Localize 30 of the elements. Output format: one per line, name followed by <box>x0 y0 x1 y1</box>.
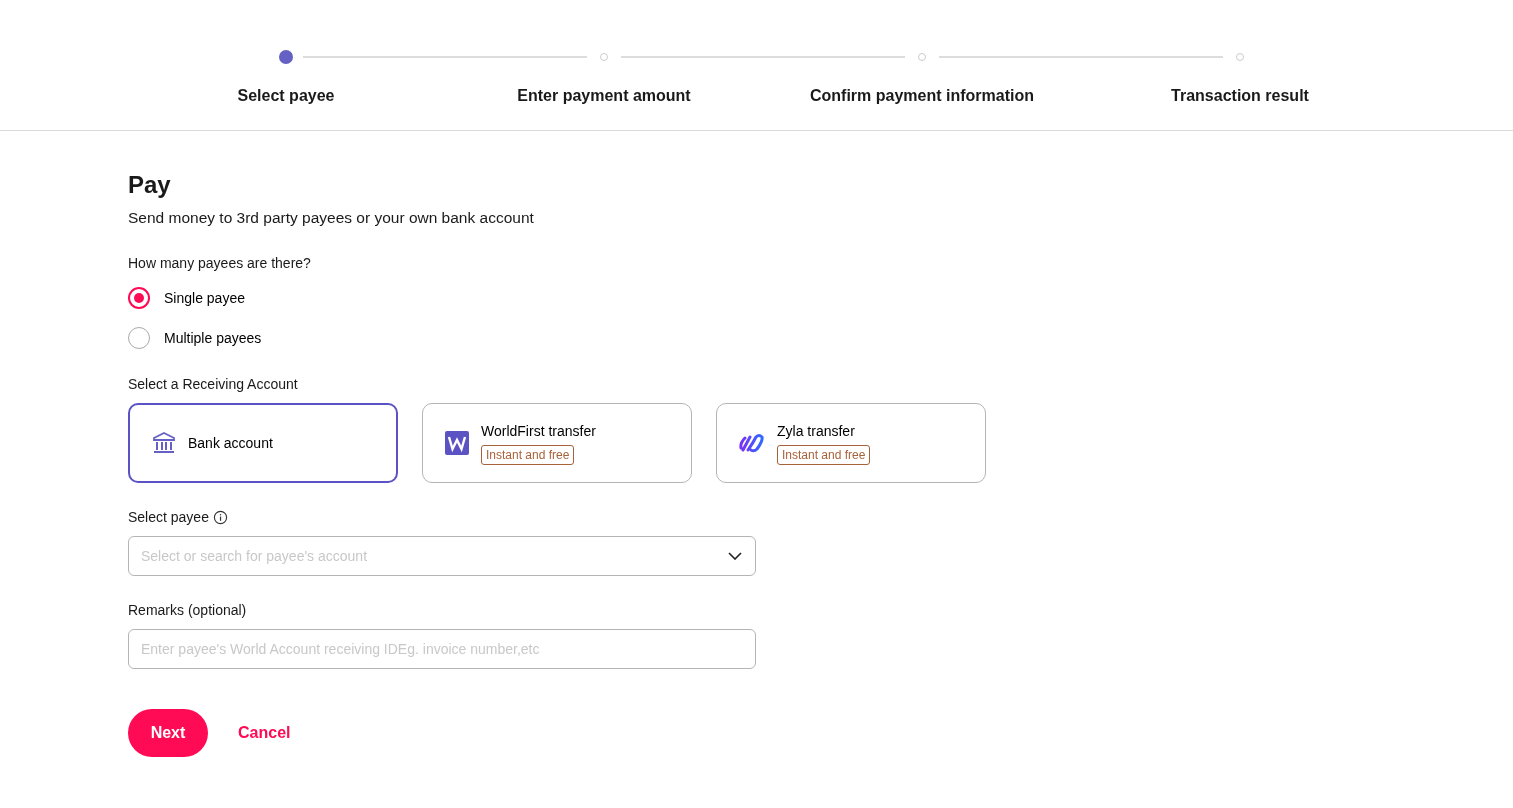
account-option-card[interactable]: Bank account <box>128 403 398 484</box>
account-option-label: Zyla transfer <box>777 422 855 442</box>
radio-option[interactable]: Multiple payees <box>128 318 262 359</box>
account-option-card[interactable]: Zyla transfer Instant and free <box>716 403 986 484</box>
radio-label: Single payee <box>164 288 245 308</box>
next-button[interactable]: Next <box>128 709 208 758</box>
account-option-card[interactable]: WorldFirst transfer Instant and free <box>422 403 692 484</box>
bank-icon <box>152 432 176 455</box>
loop-logo-icon <box>739 433 765 454</box>
chevron-down-icon <box>728 552 742 561</box>
info-icon[interactable] <box>212 510 228 526</box>
radio-label: Multiple payees <box>164 328 262 348</box>
field-label: Select a Receiving Account <box>128 375 299 395</box>
cancel-link[interactable]: Cancel <box>232 720 297 747</box>
radio-option[interactable]: Single payee <box>128 278 245 319</box>
account-option-tag: Instant and free <box>777 445 871 466</box>
step-label: Confirm payment information <box>810 86 1034 106</box>
account-option-label: WorldFirst transfer <box>481 422 596 442</box>
page-subtitle: Send money to 3rd party payees or your own bank account <box>128 207 535 228</box>
field-label: Remarks (optional) <box>128 601 248 621</box>
field-label: Select payee <box>128 508 209 528</box>
account-option-label: Bank account <box>188 433 273 453</box>
field-label: How many payees are there? <box>128 254 312 274</box>
step-label: Select payee <box>237 86 335 106</box>
account-option-tag: Instant and free <box>481 445 575 466</box>
page-title: Pay <box>128 171 172 200</box>
radio-button[interactable] <box>128 287 150 310</box>
step-label: Transaction result <box>1171 86 1309 106</box>
step-label: Enter payment amount <box>517 86 691 106</box>
w-logo-icon <box>445 431 469 456</box>
